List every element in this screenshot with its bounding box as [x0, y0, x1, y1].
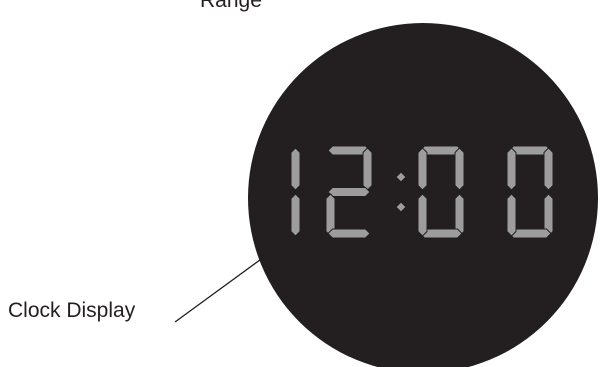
digit-3-segment-f — [417, 147, 428, 191]
digit-0-segment-b — [290, 147, 301, 191]
digit-3-segment-e — [417, 193, 428, 237]
digit-1-segment-g — [327, 187, 371, 197]
digit-0-segment-c — [290, 193, 301, 237]
digit-1-segment-d — [327, 228, 371, 239]
digit-3-segment-b — [454, 147, 465, 191]
digit-4-segment-e — [506, 193, 517, 237]
clock-display-label: Clock Display — [8, 299, 136, 322]
digit-4-segment-f — [506, 147, 517, 191]
digit-1-segment-b — [362, 147, 373, 191]
digit-4-segment-b — [543, 147, 554, 191]
